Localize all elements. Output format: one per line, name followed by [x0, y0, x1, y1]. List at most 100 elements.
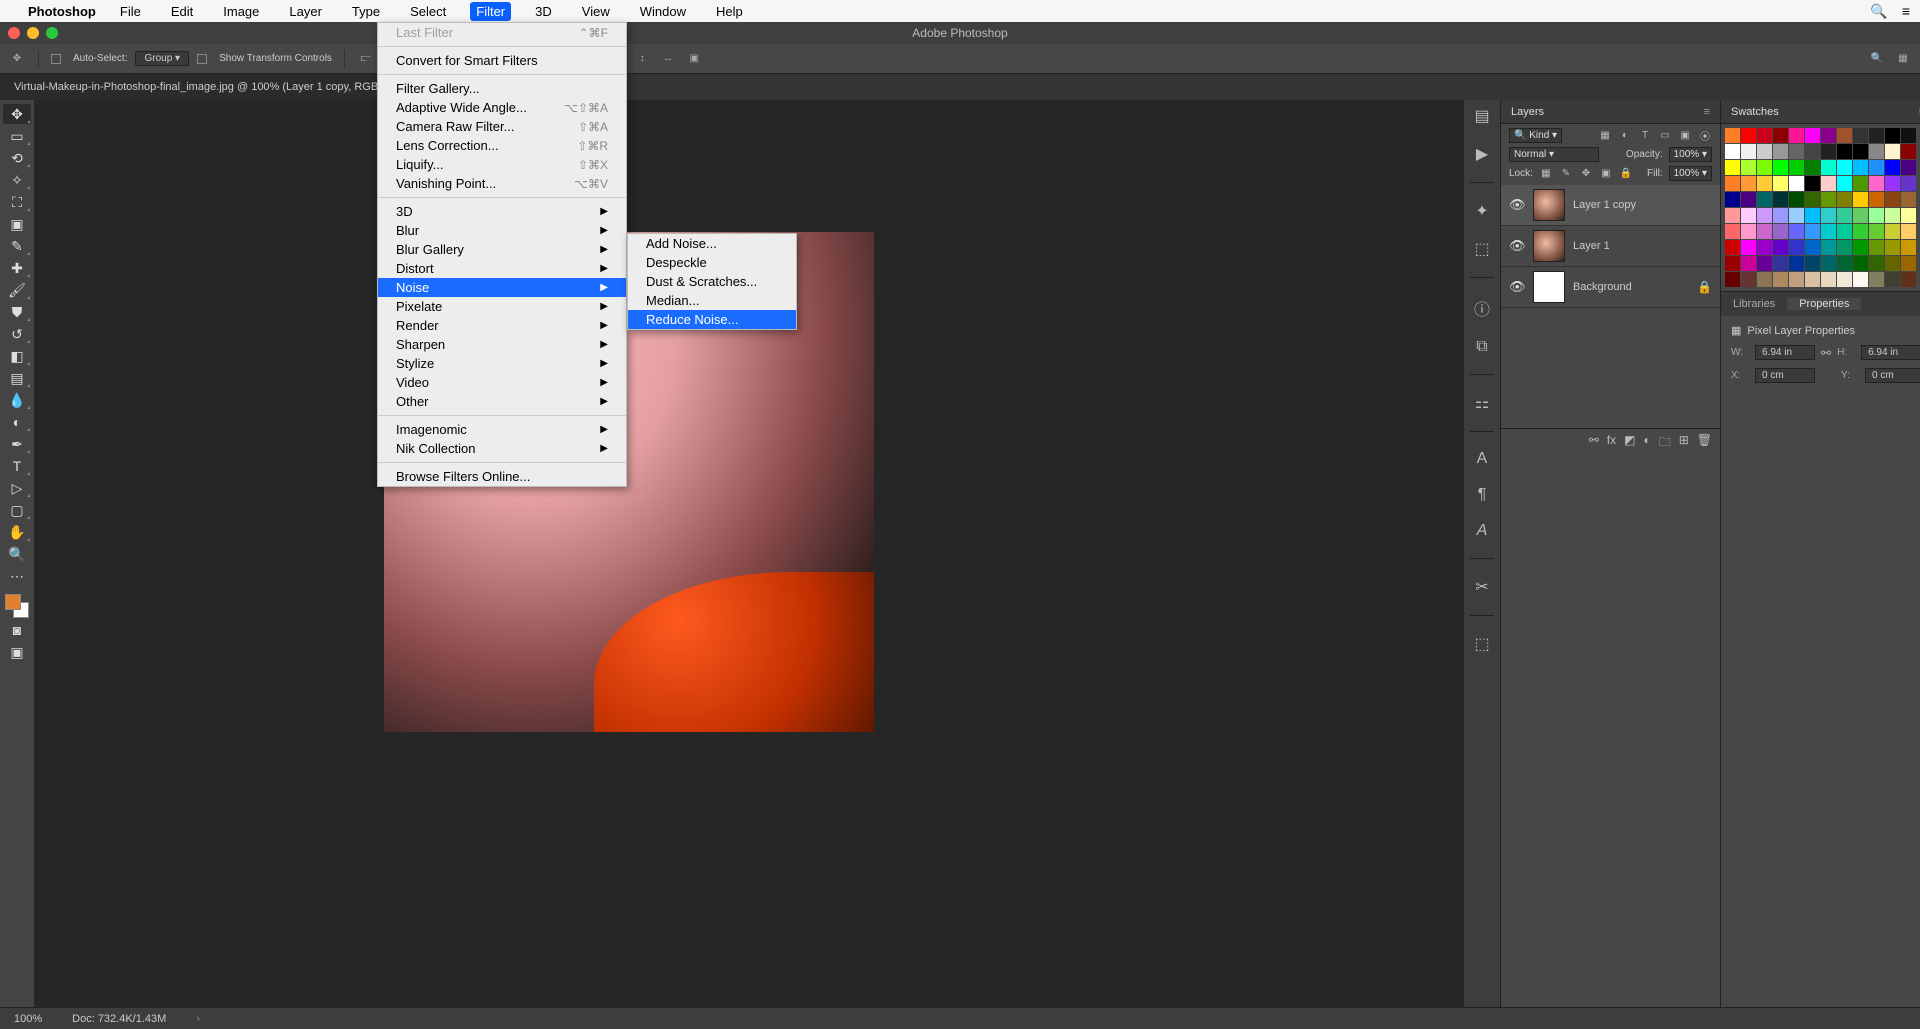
menu-file[interactable]: File [114, 2, 147, 21]
swatch[interactable] [1741, 176, 1756, 191]
swatch[interactable] [1885, 272, 1900, 287]
swatch[interactable] [1805, 160, 1820, 175]
menu-median[interactable]: Median... [628, 291, 796, 310]
swatch[interactable] [1789, 224, 1804, 239]
menu-vanishing[interactable]: Vanishing Point...⌥⌘V [378, 174, 626, 193]
menu-video[interactable]: Video▶ [378, 373, 626, 392]
dolly-icon[interactable]: ↕ [633, 50, 651, 68]
swatch[interactable] [1725, 208, 1740, 223]
screen-mode[interactable]: ▣ [3, 642, 31, 662]
layer-name[interactable]: Layer 1 copy [1573, 199, 1636, 211]
quick-mask[interactable]: ◙ [3, 620, 31, 640]
filter-shape-icon[interactable]: ▭ [1658, 129, 1672, 143]
filter-adjust-icon[interactable]: ◐ [1618, 129, 1632, 143]
swatch[interactable] [1901, 208, 1916, 223]
doc-size[interactable]: Doc: 732.4K/1.43M [72, 1013, 166, 1025]
swatch[interactable] [1853, 256, 1868, 271]
swatch[interactable] [1789, 176, 1804, 191]
frame-tool[interactable]: ▣ [3, 214, 31, 234]
minimize-icon[interactable] [27, 27, 39, 39]
swatch[interactable] [1853, 160, 1868, 175]
swatch[interactable] [1741, 192, 1756, 207]
swatch[interactable] [1725, 272, 1740, 287]
swatch[interactable] [1741, 256, 1756, 271]
swatch[interactable] [1821, 240, 1836, 255]
history-icon[interactable]: ▤ [1474, 106, 1489, 126]
menu-convert-smart[interactable]: Convert for Smart Filters [378, 51, 626, 70]
menu-add-noise[interactable]: Add Noise... [628, 234, 796, 253]
swatch[interactable] [1901, 256, 1916, 271]
menu-3d[interactable]: 3D▶ [378, 202, 626, 221]
info-icon[interactable]: ⓘ [1474, 296, 1490, 320]
glyphs-icon[interactable]: A [1477, 522, 1488, 540]
move-tool[interactable]: ✥ [3, 104, 31, 124]
swatch[interactable] [1789, 240, 1804, 255]
menu-lens[interactable]: Lens Correction...⇧⌘R [378, 136, 626, 155]
swatch[interactable] [1869, 256, 1884, 271]
adjustment-layer-icon[interactable]: ◐ [1643, 433, 1650, 454]
stamp-tool[interactable]: ⛊ [3, 302, 31, 322]
app-name[interactable]: Photoshop [28, 4, 96, 19]
height-field[interactable]: 6.94 in [1861, 345, 1920, 360]
swatch[interactable] [1773, 240, 1788, 255]
swatch[interactable] [1885, 192, 1900, 207]
zoom-icon[interactable] [46, 27, 58, 39]
swatch[interactable] [1725, 256, 1740, 271]
swatch[interactable] [1821, 224, 1836, 239]
menu-imagenomic[interactable]: Imagenomic▶ [378, 420, 626, 439]
menu-nik-collection[interactable]: Nik Collection▶ [378, 439, 626, 458]
menu-select[interactable]: Select [404, 2, 452, 21]
swatch[interactable] [1853, 272, 1868, 287]
swatch[interactable] [1885, 176, 1900, 191]
menu-blur[interactable]: Blur▶ [378, 221, 626, 240]
swatch[interactable] [1725, 224, 1740, 239]
layer-name[interactable]: Background [1573, 281, 1632, 293]
auto-select-dropdown[interactable]: Group ▾ [135, 51, 189, 66]
swatch[interactable] [1741, 240, 1756, 255]
swatch[interactable] [1837, 224, 1852, 239]
align-icon[interactable]: ⫍ [357, 50, 375, 68]
layer-thumb[interactable] [1533, 189, 1565, 221]
swatch[interactable] [1837, 192, 1852, 207]
y-field[interactable]: 0 cm [1865, 368, 1920, 383]
panel-menu-icon[interactable]: ≡ [1704, 106, 1710, 118]
swatch[interactable] [1901, 176, 1916, 191]
swatch[interactable] [1837, 272, 1852, 287]
swatch[interactable] [1869, 272, 1884, 287]
blend-mode-dropdown[interactable]: Normal ▾ [1509, 147, 1599, 162]
eraser-tool[interactable]: ◧ [3, 346, 31, 366]
visibility-icon[interactable]: 👁 [1509, 197, 1525, 213]
swatch[interactable] [1757, 144, 1772, 159]
blur-tool[interactable]: 💧 [3, 390, 31, 410]
swatch[interactable] [1757, 128, 1772, 143]
swatch[interactable] [1773, 176, 1788, 191]
width-field[interactable]: 6.94 in [1755, 345, 1815, 360]
swatch[interactable] [1853, 144, 1868, 159]
edit-toolbar[interactable]: ⋯ [3, 566, 31, 586]
x-field[interactable]: 0 cm [1755, 368, 1815, 383]
swatch[interactable] [1773, 208, 1788, 223]
swatch[interactable] [1869, 176, 1884, 191]
swatch[interactable] [1901, 160, 1916, 175]
menu-filter[interactable]: Filter [470, 2, 511, 21]
swatch[interactable] [1805, 144, 1820, 159]
zoom-tool[interactable]: 🔍 [3, 544, 31, 564]
zoom-level[interactable]: 100% [14, 1013, 42, 1025]
swatch[interactable] [1741, 224, 1756, 239]
swatch[interactable] [1725, 240, 1740, 255]
hand-tool[interactable]: ✋ [3, 522, 31, 542]
crop-tool[interactable]: ⛶ [3, 192, 31, 212]
layer-row[interactable]: 👁Background🔒 [1501, 267, 1720, 308]
swatch[interactable] [1757, 192, 1772, 207]
swatch[interactable] [1773, 272, 1788, 287]
swatch[interactable] [1789, 272, 1804, 287]
swatch[interactable] [1821, 272, 1836, 287]
filter-pixel-icon[interactable]: ▦ [1598, 129, 1612, 143]
menu-image[interactable]: Image [217, 2, 265, 21]
swatch[interactable] [1901, 240, 1916, 255]
swatch[interactable] [1821, 208, 1836, 223]
swatch[interactable] [1901, 224, 1916, 239]
menu-dust-&-scratches[interactable]: Dust & Scratches... [628, 272, 796, 291]
menu-adaptive[interactable]: Adaptive Wide Angle...⌥⇧⌘A [378, 98, 626, 117]
swatch[interactable] [1773, 224, 1788, 239]
